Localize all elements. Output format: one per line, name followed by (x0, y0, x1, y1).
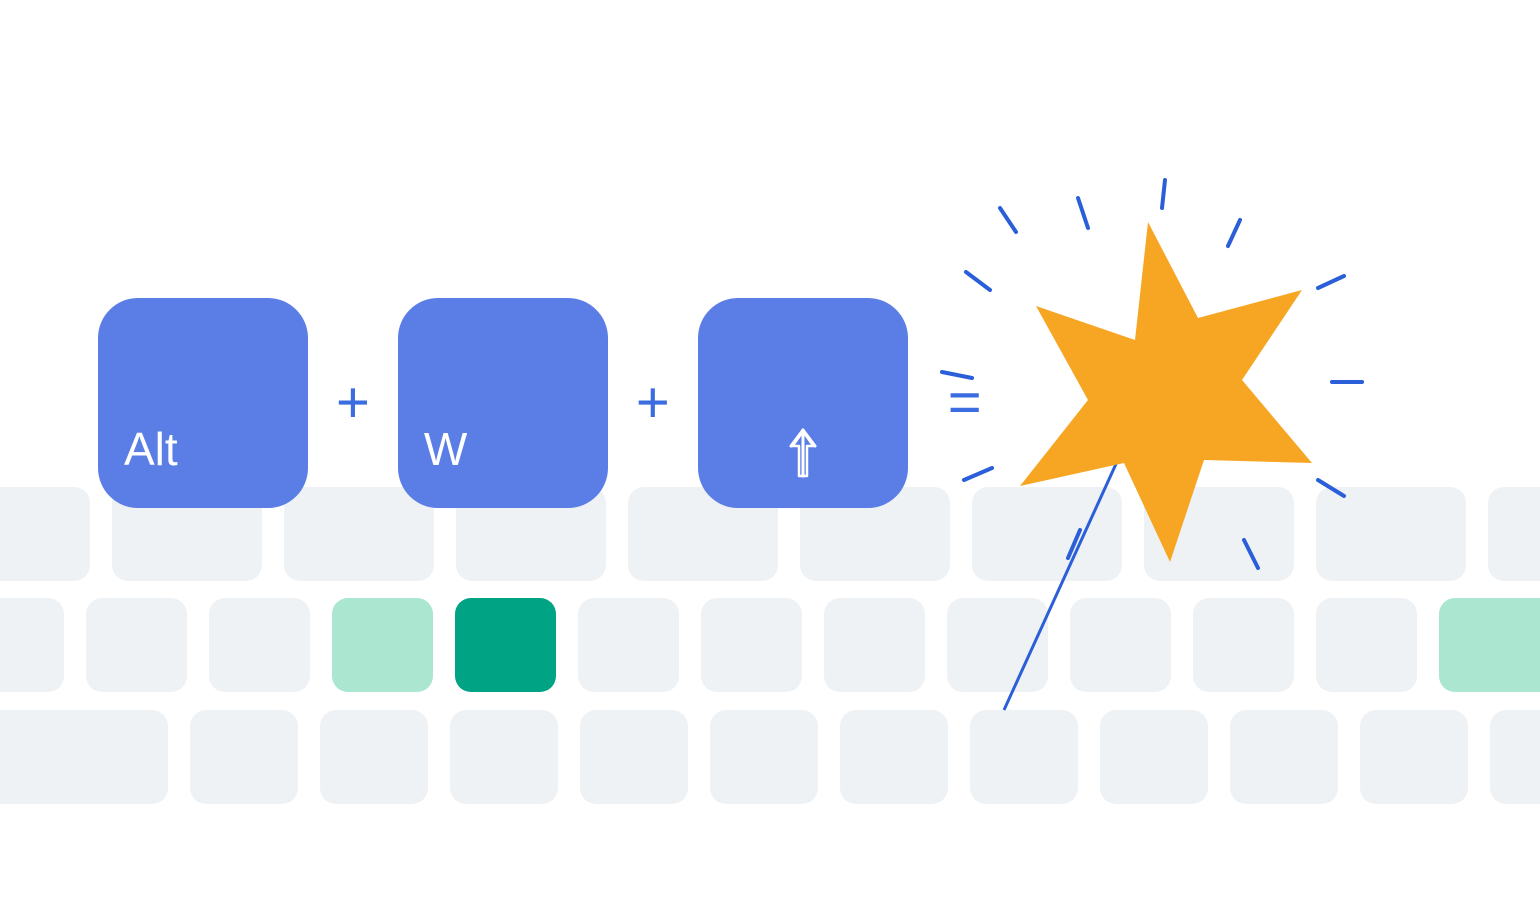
key-arrow-up (698, 298, 908, 508)
key-w: W (398, 298, 608, 508)
bg-key (701, 598, 802, 692)
bg-key (840, 710, 948, 804)
bg-key (190, 710, 298, 804)
keyboard-row-2 (0, 598, 1540, 692)
bg-key (1100, 710, 1208, 804)
bg-key (1360, 710, 1468, 804)
bg-key (86, 598, 187, 692)
bg-key (1316, 598, 1417, 692)
bg-key-highlight-dark (455, 598, 556, 692)
bg-key (0, 598, 64, 692)
key-label: Alt (124, 422, 178, 476)
bg-key (1488, 487, 1540, 581)
keyboard-row-3 (0, 710, 1540, 804)
bg-key (209, 598, 310, 692)
bg-key (972, 487, 1122, 581)
bg-key (1070, 598, 1171, 692)
bg-key (1193, 598, 1294, 692)
bg-key (710, 710, 818, 804)
bg-key (1144, 487, 1294, 581)
bg-key (0, 710, 168, 804)
bg-key (0, 487, 90, 581)
bg-key (1490, 710, 1540, 804)
bg-key (450, 710, 558, 804)
arrow-up-icon (789, 428, 817, 478)
bg-key (824, 598, 925, 692)
bg-key (578, 598, 679, 692)
bg-key (970, 710, 1078, 804)
bg-key (320, 710, 428, 804)
plus-icon: + (336, 374, 370, 432)
shortcut-combination: Alt + W + = (98, 298, 974, 508)
key-label: W (424, 422, 467, 476)
plus-icon: + (636, 374, 670, 432)
key-alt: Alt (98, 298, 308, 508)
bg-key (580, 710, 688, 804)
bg-key-highlight-light (332, 598, 433, 692)
bg-key (1316, 487, 1466, 581)
bg-key (947, 598, 1048, 692)
bg-key (1230, 710, 1338, 804)
equals-icon: = (948, 374, 974, 432)
bg-key-highlight-light (1439, 598, 1540, 692)
